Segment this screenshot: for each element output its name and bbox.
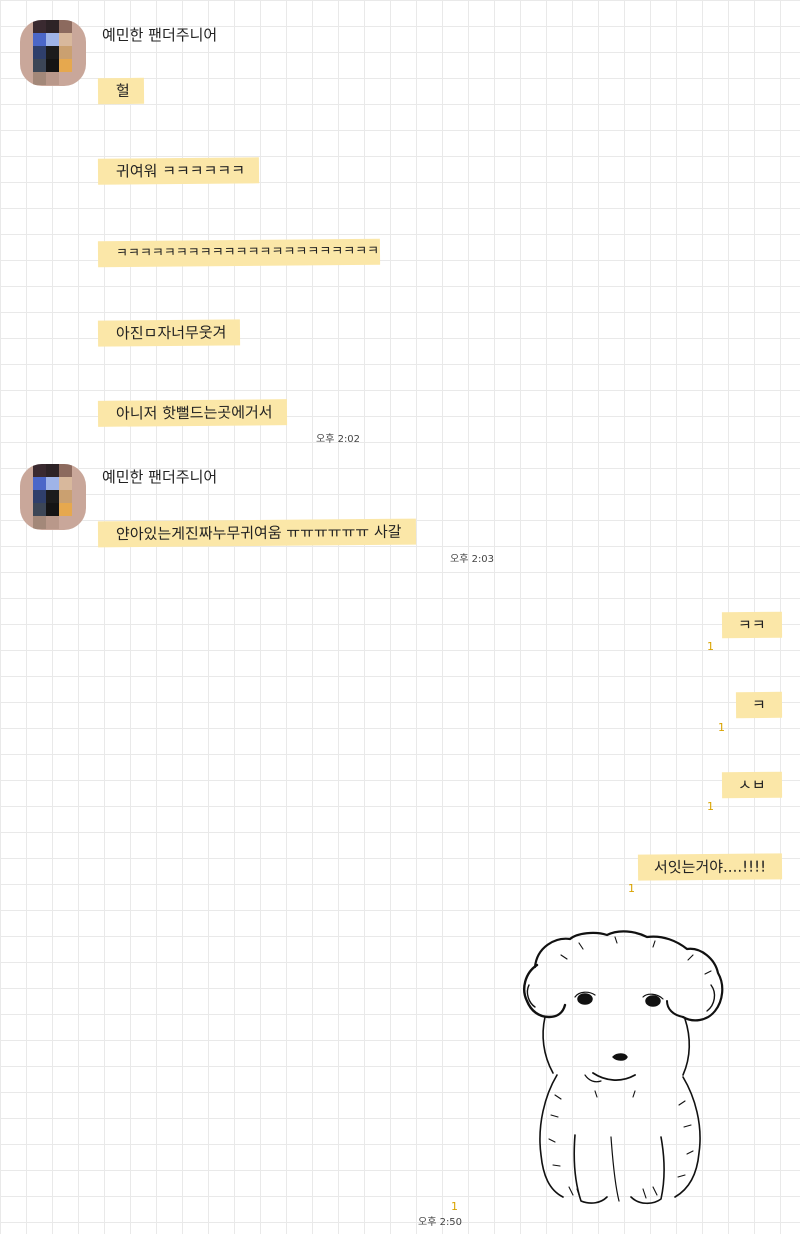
avatar[interactable]: [20, 464, 86, 530]
sender-name: 예민한 팬더주니어: [102, 468, 218, 486]
received-message[interactable]: 아니저 핫뻘드는곳에거서: [97, 399, 287, 427]
sent-message[interactable]: 서잇는거야....!!!!: [637, 853, 783, 881]
unread-count: 1: [628, 882, 635, 895]
received-message[interactable]: 아진ㅁ자너무웃겨: [97, 319, 241, 347]
sent-message[interactable]: ㅋㅋ: [722, 611, 783, 639]
avatar[interactable]: [20, 20, 86, 86]
received-message[interactable]: 귀여워 ㅋㅋㅋㅋㅋㅋ: [97, 157, 260, 185]
unread-count: 1: [707, 640, 714, 653]
unread-count: 1: [707, 800, 714, 813]
sent-message[interactable]: ㅅㅂ: [722, 771, 783, 799]
sent-message[interactable]: ㅋ: [736, 691, 783, 719]
unread-count: 1: [718, 721, 725, 734]
dog-drawing-image[interactable]: [515, 925, 730, 1210]
received-message[interactable]: 얀아있는게진짜누무귀여움 ㅠㅠㅠㅠㅠㅠ 사갈: [97, 518, 416, 548]
message-time: 오후 2:02: [316, 434, 361, 445]
received-message[interactable]: ㅋㅋㅋㅋㅋㅋㅋㅋㅋㅋㅋㅋㅋㅋㅋㅋㅋㅋㅋㅋㅋㅋㅋ: [97, 238, 381, 268]
message-time: 오후 2:03: [450, 554, 495, 565]
received-message[interactable]: 헐: [97, 77, 144, 105]
message-time: 오후 2:50: [418, 1217, 463, 1228]
sender-name: 예민한 팬더주니어: [102, 26, 218, 44]
unread-count: 1: [451, 1200, 458, 1213]
